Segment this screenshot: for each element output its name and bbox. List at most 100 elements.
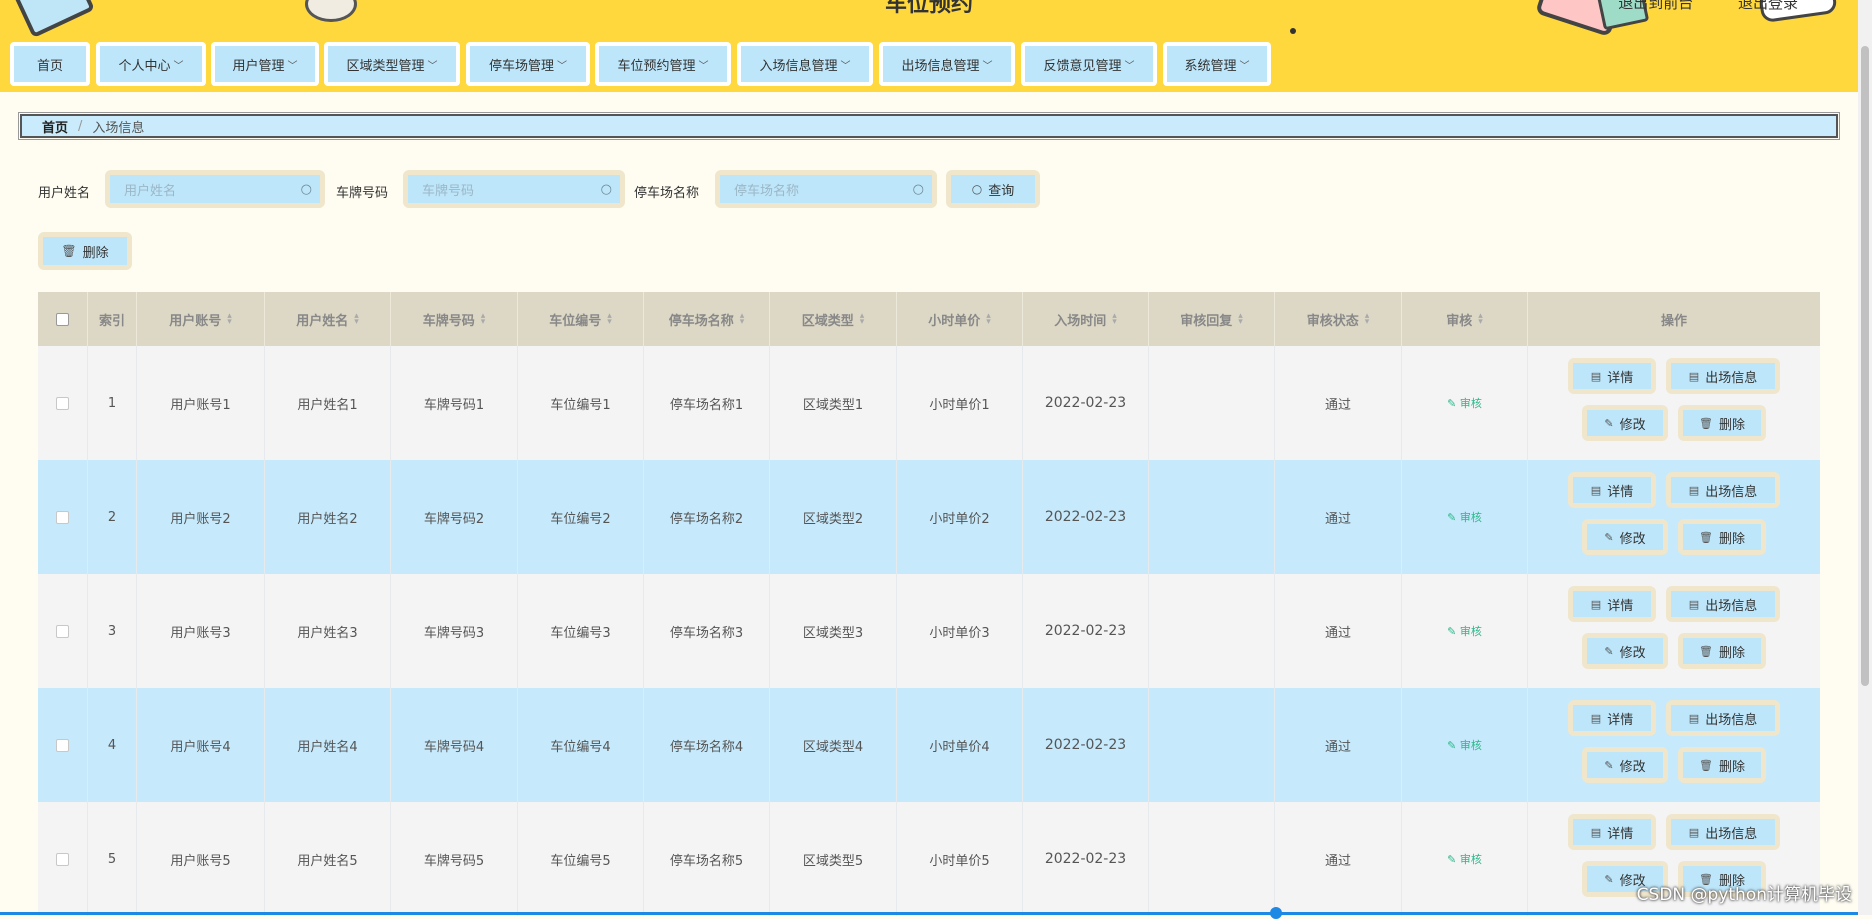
menu-item-feedback[interactable]: 反馈意见管理 ﹀ <box>1021 42 1157 86</box>
menu-item-parking-lots[interactable]: 停车场管理 ﹀ <box>466 42 590 86</box>
cell-price: 小时单价2 <box>897 460 1023 574</box>
sort-icon[interactable]: ▴ ▾ <box>986 312 991 327</box>
column-header[interactable]: 审核 ▴ ▾ <box>1402 292 1528 346</box>
cell-spot: 车位编号2 <box>518 460 644 574</box>
column-header[interactable]: 入场时间 ▴ ▾ <box>1023 292 1149 346</box>
scroll-handle[interactable] <box>1270 907 1282 919</box>
row-checkbox[interactable] <box>56 738 69 752</box>
sort-icon[interactable]: ▴ ▾ <box>1478 312 1483 327</box>
column-header[interactable]: 停车场名称 ▴ ▾ <box>644 292 770 346</box>
menu-item-exit-info[interactable]: 出场信息管理 ﹀ <box>879 42 1015 86</box>
vertical-scrollbar[interactable] <box>1858 0 1872 915</box>
delete-button[interactable]: 🗑 删除 <box>1678 747 1766 783</box>
cell-account: 用户账号2 <box>137 460 265 574</box>
cell-audit: ✎ 审核 <box>1402 802 1528 916</box>
table-row: 5 用户账号5 用户姓名5 车牌号码5 车位编号5 停车场名称5 区域类型5 小… <box>38 802 1820 916</box>
exit-info-button[interactable]: ▤ 出场信息 <box>1666 814 1780 850</box>
sort-icon[interactable]: ▴ ▾ <box>607 312 612 327</box>
delete-button[interactable]: 🗑 删除 <box>1678 405 1766 441</box>
breadcrumb: 首页 / 入场信息 <box>18 112 1840 140</box>
detail-button[interactable]: ▤ 详情 <box>1568 586 1656 622</box>
edit-button[interactable]: ✎ 修改 <box>1582 405 1668 441</box>
edit-button[interactable]: ✎ 修改 <box>1582 633 1668 669</box>
column-header[interactable]: 用户姓名 ▴ ▾ <box>265 292 391 346</box>
cell-price: 小时单价4 <box>897 688 1023 802</box>
menu-label: 停车场管理 <box>488 58 554 74</box>
search-label-user-name: 用户姓名 <box>38 186 91 201</box>
sort-icon[interactable]: ▴ ▾ <box>1238 312 1243 327</box>
column-header[interactable]: 用户账号 ▴ ▾ <box>137 292 265 346</box>
column-header[interactable]: 车位编号 ▴ ▾ <box>518 292 644 346</box>
audit-link[interactable]: ✎ 审核 <box>1447 623 1482 639</box>
search-input-plate[interactable]: 车牌号码 ○ <box>403 170 625 208</box>
edit-button[interactable]: ✎ 修改 <box>1582 519 1668 555</box>
menu-item-entry-info[interactable]: 入场信息管理 ﹀ <box>737 42 873 86</box>
sort-icon[interactable]: ▴ ▾ <box>740 312 745 327</box>
exit-info-button[interactable]: ▤ 出场信息 <box>1666 700 1780 736</box>
detail-button[interactable]: ▤ 详情 <box>1568 358 1656 394</box>
select-all-cell <box>38 292 88 346</box>
column-header[interactable]: 区域类型 ▴ ▾ <box>770 292 897 346</box>
detail-button[interactable]: ▤ 详情 <box>1568 814 1656 850</box>
sort-icon[interactable]: ▴ ▾ <box>227 312 232 327</box>
edit-button[interactable]: ✎ 修改 <box>1582 747 1668 783</box>
detail-button[interactable]: ▤ 详情 <box>1568 472 1656 508</box>
cell-price: 小时单价5 <box>897 802 1023 916</box>
chevron-down-icon: ﹀ <box>1124 60 1135 72</box>
column-header[interactable]: 审核状态 ▴ ▾ <box>1275 292 1402 346</box>
sort-icon[interactable]: ▴ ▾ <box>1112 312 1117 327</box>
cell-lot: 停车场名称4 <box>644 688 770 802</box>
cell-plate: 车牌号码3 <box>391 574 518 688</box>
breadcrumb-home[interactable]: 首页 <box>42 117 68 136</box>
menu-label: 系统管理 <box>1184 58 1237 74</box>
menu-label: 入场信息管理 <box>759 58 838 74</box>
row-select-cell <box>38 346 88 460</box>
menu-item-users[interactable]: 用户管理 ﹀ <box>211 42 319 86</box>
table-header: 索引 用户账号 ▴ ▾ 用户姓名 ▴ ▾ 车牌号码 ▴ ▾ 车位编号 ▴ ▾ 停车场名称 ▴ ▾ 区… <box>38 292 1820 346</box>
audit-link[interactable]: ✎ 审核 <box>1447 509 1482 525</box>
detail-button[interactable]: ▤ 详情 <box>1568 700 1656 736</box>
sort-icon[interactable]: ▴ ▾ <box>354 312 359 327</box>
cell-index: 4 <box>88 688 137 802</box>
delete-button[interactable]: 🗑 删除 <box>1678 519 1766 555</box>
menu-item-system[interactable]: 系统管理 ﹀ <box>1163 42 1271 86</box>
exit-info-button[interactable]: ▤ 出场信息 <box>1666 472 1780 508</box>
search-input-user-name[interactable]: 用户姓名 ○ <box>105 170 325 208</box>
batch-delete-button[interactable]: 🗑 删除 <box>38 232 132 270</box>
back-to-front-link[interactable]: 退出到前台 <box>1618 0 1693 12</box>
query-label: 查询 <box>988 183 1015 199</box>
query-button[interactable]: ○ 查询 <box>946 170 1040 208</box>
cell-index: 2 <box>88 460 137 574</box>
menu-item-profile[interactable]: 个人中心 ﹀ <box>96 42 206 86</box>
scrollbar-thumb[interactable] <box>1861 46 1869 686</box>
row-checkbox[interactable] <box>56 852 69 866</box>
menu-item-area-types[interactable]: 区域类型管理 ﹀ <box>324 42 460 86</box>
row-checkbox[interactable] <box>56 396 69 410</box>
exit-info-button[interactable]: ▤ 出场信息 <box>1666 358 1780 394</box>
cell-status: 通过 <box>1275 802 1402 916</box>
table-row: 4 用户账号4 用户姓名4 车牌号码4 车位编号4 停车场名称4 区域类型4 小… <box>38 688 1820 802</box>
search-input-lot-name[interactable]: 停车场名称 ○ <box>715 170 937 208</box>
audit-link[interactable]: ✎ 审核 <box>1447 737 1482 753</box>
audit-link[interactable]: ✎ 审核 <box>1447 851 1482 867</box>
column-header[interactable]: 小时单价 ▴ ▾ <box>897 292 1023 346</box>
row-checkbox[interactable] <box>56 624 69 638</box>
sort-icon[interactable]: ▴ ▾ <box>860 312 865 327</box>
select-all-checkbox[interactable] <box>56 312 69 326</box>
delete-button[interactable]: 🗑 删除 <box>1678 633 1766 669</box>
sort-icon[interactable]: ▴ ▾ <box>481 312 486 327</box>
logout-link[interactable]: 退出登录 <box>1738 0 1798 12</box>
column-header[interactable]: 审核回复 ▴ ▾ <box>1149 292 1275 346</box>
edit-icon: ✎ <box>1604 872 1614 886</box>
audit-link[interactable]: ✎ 审核 <box>1447 395 1482 411</box>
column-header[interactable]: 车牌号码 ▴ ▾ <box>391 292 518 346</box>
menu-item-reservations[interactable]: 车位预约管理 ﹀ <box>595 42 731 86</box>
menu-label: 车位预约管理 <box>617 58 696 74</box>
row-select-cell <box>38 802 88 916</box>
cell-index: 3 <box>88 574 137 688</box>
document-icon: ▤ <box>1688 825 1700 839</box>
exit-info-button[interactable]: ▤ 出场信息 <box>1666 586 1780 622</box>
row-checkbox[interactable] <box>56 510 69 524</box>
sort-icon[interactable]: ▴ ▾ <box>1365 312 1370 327</box>
menu-item-home[interactable]: 首页 <box>10 42 90 86</box>
